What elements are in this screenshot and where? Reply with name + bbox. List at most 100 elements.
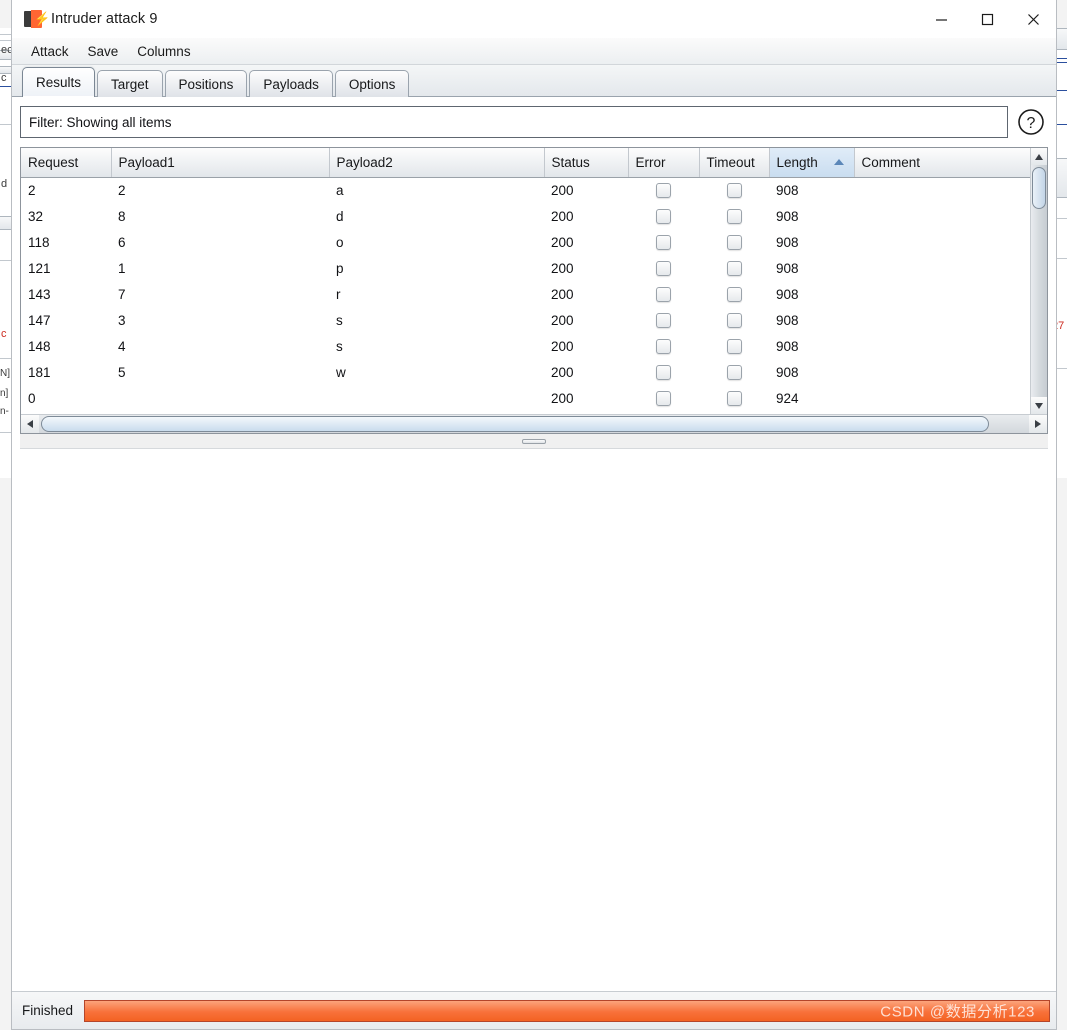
cell-comment (854, 307, 1030, 333)
cell-request: 148 (21, 333, 111, 359)
vertical-scroll-track[interactable] (1031, 165, 1047, 397)
minimize-icon (935, 18, 947, 21)
timeout-checkbox[interactable] (726, 312, 742, 328)
cell-payload1: 3 (111, 307, 329, 333)
cell-error (628, 255, 699, 281)
cell-request: 2 (21, 177, 111, 203)
column-header-length[interactable]: Length (769, 148, 855, 178)
table-header-row: Request Payload1 Payload2 Status Error T… (21, 148, 1030, 178)
table-row[interactable]: 181 5 w 200 908 (21, 359, 1030, 385)
attack-progress-bar: CSDN @数据分析123 (84, 999, 1050, 1022)
error-checkbox[interactable] (656, 338, 671, 354)
tab-positions[interactable]: Positions (164, 70, 248, 97)
column-header-status[interactable]: Status (544, 148, 629, 178)
cell-length: 908 (769, 177, 854, 203)
cell-request: 32 (21, 203, 111, 229)
cell-length: 908 (769, 203, 854, 229)
attack-progress-fill (85, 1000, 1049, 1021)
error-checkbox[interactable] (656, 208, 671, 224)
close-button[interactable] (1010, 0, 1056, 38)
error-checkbox[interactable] (656, 286, 671, 302)
table-row[interactable]: 148 4 s 200 908 (21, 333, 1030, 359)
timeout-checkbox[interactable] (726, 208, 742, 224)
cell-error (628, 229, 699, 255)
menu-item-save[interactable]: Save (87, 42, 120, 61)
maximize-icon (981, 13, 993, 25)
scroll-right-button[interactable] (1029, 415, 1047, 433)
bg-text-fragment: c (1, 72, 7, 84)
scroll-up-button[interactable] (1031, 148, 1047, 165)
timeout-checkbox[interactable] (726, 183, 742, 199)
column-header-payload1[interactable]: Payload1 (111, 148, 330, 178)
table-row[interactable]: 32 8 d 200 908 (21, 203, 1030, 229)
table-vertical-scrollbar[interactable] (1030, 148, 1047, 414)
menu-item-attack[interactable]: Attack (30, 42, 70, 61)
cell-comment (854, 229, 1030, 255)
cell-timeout (699, 385, 769, 411)
error-checkbox[interactable] (656, 364, 671, 380)
table-row[interactable]: 2 2 a 200 908 (21, 177, 1030, 203)
help-button[interactable]: ? (1014, 105, 1048, 139)
table-row[interactable]: 121 1 p 200 908 (21, 255, 1030, 281)
table-row[interactable]: 118 6 o 200 908 (21, 229, 1030, 255)
filter-bar[interactable]: Filter: Showing all items (20, 106, 1008, 138)
error-checkbox[interactable] (656, 260, 671, 276)
maximize-button[interactable] (964, 0, 1010, 38)
timeout-checkbox[interactable] (726, 364, 742, 380)
pane-splitter[interactable] (20, 434, 1048, 448)
cell-status: 200 (544, 385, 628, 411)
cell-length: 908 (769, 281, 854, 307)
menu-bar: Attack Save Columns (12, 38, 1056, 65)
timeout-checkbox[interactable] (726, 338, 742, 354)
cell-payload1: 4 (111, 333, 329, 359)
cell-status: 200 (544, 307, 628, 333)
cell-payload2: r (329, 281, 544, 307)
cell-comment (854, 203, 1030, 229)
table-row[interactable]: 0 200 924 (21, 385, 1030, 411)
table-row[interactable]: 143 7 r 200 908 (21, 281, 1030, 307)
cell-status: 200 (544, 255, 628, 281)
error-checkbox[interactable] (656, 234, 671, 250)
cell-error (628, 307, 699, 333)
window-title: Intruder attack 9 (51, 11, 158, 27)
chevron-up-icon (1035, 153, 1043, 160)
column-header-timeout[interactable]: Timeout (699, 148, 770, 178)
cell-status: 200 (544, 281, 628, 307)
cell-error (628, 203, 699, 229)
horizontal-scroll-track[interactable] (39, 415, 1029, 433)
menu-item-columns[interactable]: Columns (136, 42, 191, 61)
table-row[interactable]: 147 3 s 200 908 (21, 307, 1030, 333)
cell-timeout (699, 203, 769, 229)
tab-results[interactable]: Results (22, 67, 96, 98)
timeout-checkbox[interactable] (726, 234, 742, 250)
scroll-left-button[interactable] (21, 415, 39, 433)
cell-timeout (699, 229, 769, 255)
tab-payloads[interactable]: Payloads (249, 70, 333, 97)
column-header-request[interactable]: Request (21, 148, 112, 178)
cell-payload2: w (329, 359, 544, 385)
cell-request: 118 (21, 229, 111, 255)
error-checkbox[interactable] (656, 390, 671, 406)
timeout-checkbox[interactable] (726, 286, 742, 302)
table-horizontal-scrollbar[interactable] (21, 414, 1047, 433)
timeout-checkbox[interactable] (726, 390, 742, 406)
scroll-down-button[interactable] (1031, 397, 1047, 414)
error-checkbox[interactable] (656, 183, 671, 199)
cell-comment (854, 359, 1030, 385)
error-checkbox[interactable] (656, 312, 671, 328)
vertical-scroll-thumb[interactable] (1032, 167, 1046, 209)
cell-timeout (699, 255, 769, 281)
cell-error (628, 359, 699, 385)
column-header-comment[interactable]: Comment (854, 148, 1030, 178)
tab-options[interactable]: Options (334, 70, 410, 97)
tab-target[interactable]: Target (97, 70, 163, 97)
column-header-error[interactable]: Error (628, 148, 700, 178)
window-controls (918, 0, 1056, 38)
window-title-bar: ⚡ Intruder attack 9 (12, 0, 1056, 38)
column-header-payload2[interactable]: Payload2 (329, 148, 545, 178)
cell-length: 908 (769, 255, 854, 281)
minimize-button[interactable] (918, 0, 964, 38)
timeout-checkbox[interactable] (726, 260, 742, 276)
horizontal-scroll-thumb[interactable] (41, 416, 989, 432)
cell-length: 924 (769, 385, 854, 411)
